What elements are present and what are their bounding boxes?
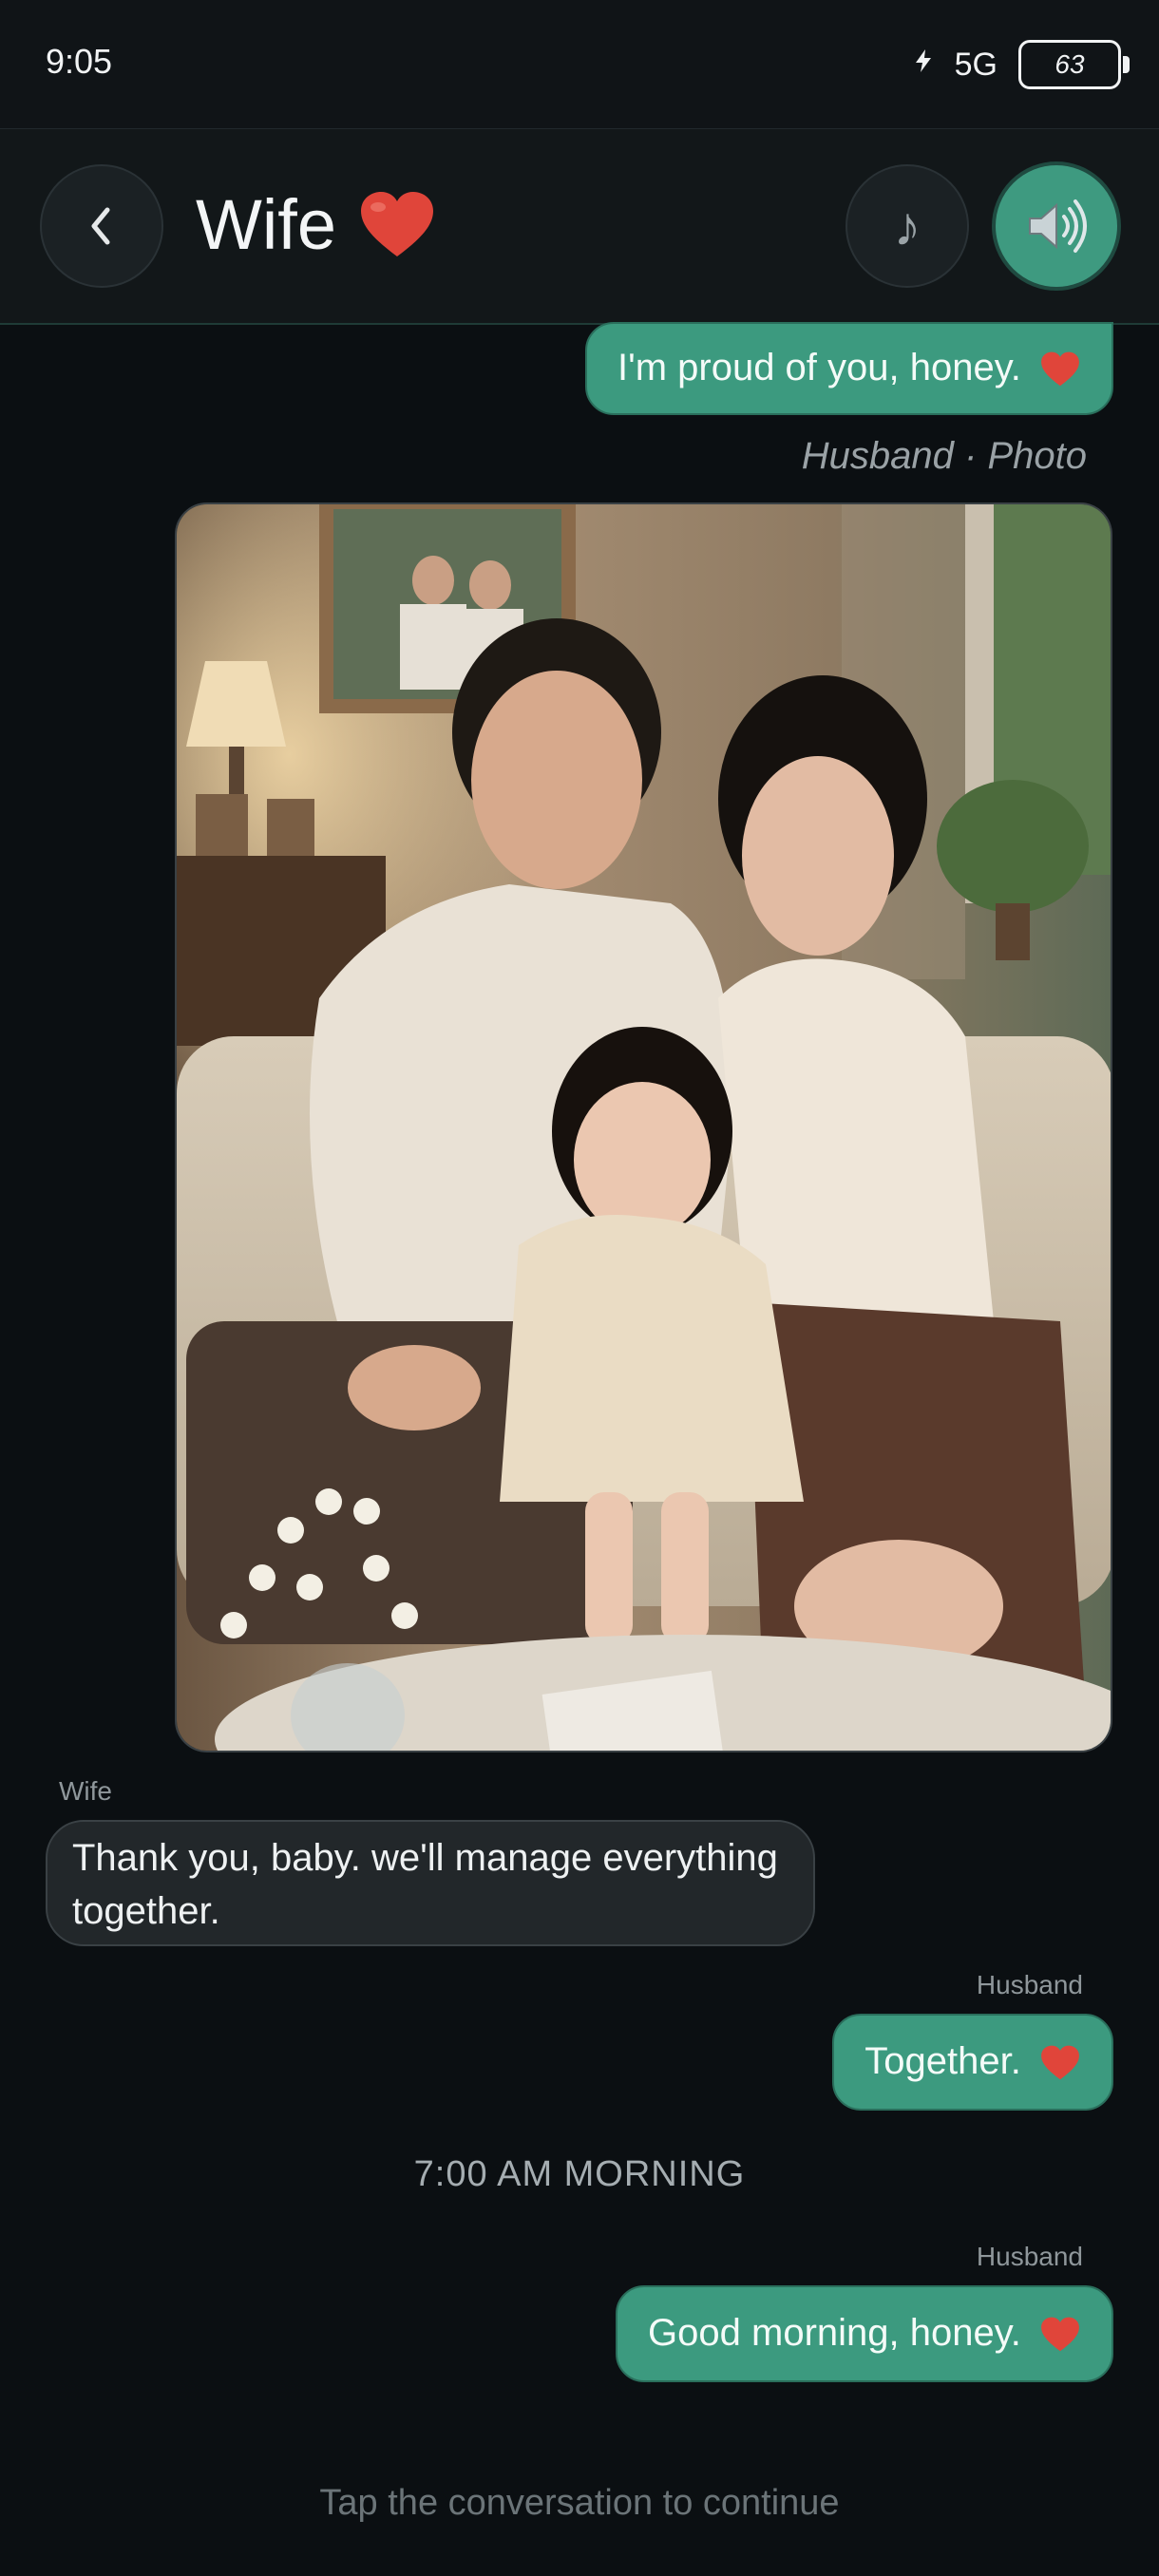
heart-icon	[361, 191, 433, 256]
back-button[interactable]	[40, 164, 163, 288]
chevron-left-icon	[91, 207, 110, 245]
message-bubble-incoming[interactable]: Thank you, baby. we'll manage everything…	[46, 1820, 815, 1946]
sender-label: Wife	[59, 1776, 112, 1806]
status-bar: 9:05 5G 63	[0, 0, 1159, 128]
message-text: Good morning, honey.	[648, 2312, 1021, 2354]
message-text: Together.	[864, 2040, 1021, 2082]
chat-header: Wife ♪	[0, 128, 1159, 325]
heart-icon	[1041, 352, 1079, 387]
music-button[interactable]: ♪	[846, 164, 969, 288]
message-text: Thank you, baby. we'll manage everything…	[72, 1837, 778, 1932]
photo-caption: Husband · Photo	[801, 435, 1087, 477]
continue-hint[interactable]: Tap the conversation to continue	[0, 2483, 1159, 2524]
contact-title: Wife	[196, 184, 437, 265]
family-photo-image	[177, 504, 1111, 1751]
shared-photo[interactable]	[175, 502, 1112, 1752]
speaker-button[interactable]	[992, 161, 1121, 291]
heart-icon	[1041, 2318, 1079, 2352]
music-note-icon: ♪	[893, 195, 922, 257]
heart-icon	[1041, 2046, 1079, 2080]
message-bubble-outgoing[interactable]: Together.	[832, 2014, 1113, 2111]
battery-level: 63	[1054, 49, 1085, 79]
battery-icon: 63	[1018, 40, 1130, 89]
data-activity-icon	[913, 48, 934, 81]
sender-label: Husband	[976, 1970, 1083, 1999]
status-indicators: 5G 63	[913, 36, 1130, 93]
message-bubble-outgoing[interactable]: Good morning, honey.	[616, 2285, 1113, 2382]
message-bubble-outgoing[interactable]: I'm proud of you, honey.	[584, 322, 1113, 415]
contact-name: Wife	[196, 185, 336, 264]
time-divider: 7:00 AM MORNING	[413, 2154, 746, 2194]
sender-label: Husband	[976, 2242, 1083, 2271]
message-text: I'm proud of you, honey.	[617, 347, 1021, 388]
network-type: 5G	[954, 46, 998, 83]
speaker-sound-icon	[1029, 199, 1087, 253]
status-time: 9:05	[46, 42, 113, 81]
